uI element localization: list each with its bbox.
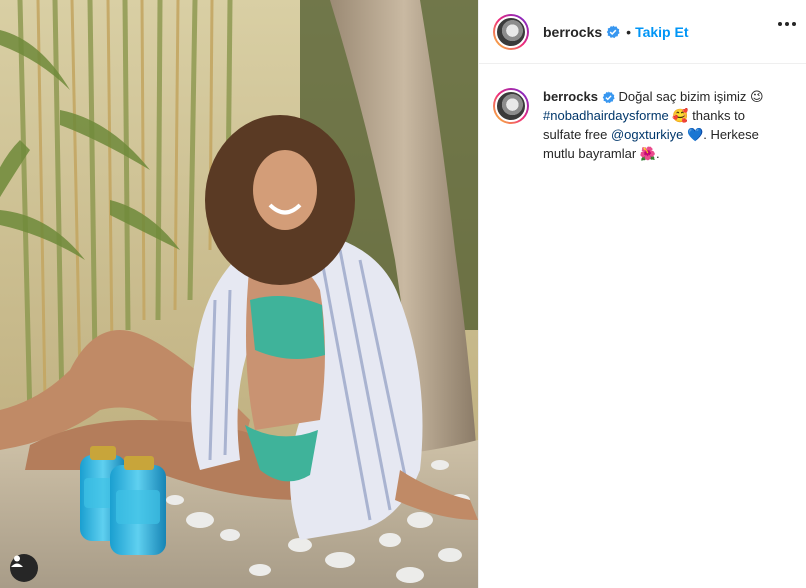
hibiscus-emoji-icon: 🌺 — [639, 147, 657, 162]
hashtag-link[interactable]: #nobadhairdaysforme — [543, 108, 669, 123]
verified-badge-icon — [606, 25, 620, 39]
caption-username[interactable]: berrocks — [543, 89, 598, 104]
more-options-icon[interactable] — [778, 22, 796, 26]
blue-heart-emoji-icon: 💙 — [687, 128, 704, 143]
caption: berrocks Doğal saç bizim işimiz 😉 #nobad… — [479, 64, 806, 164]
smiling-hearts-emoji-icon: 🥰 — [672, 109, 689, 124]
user-tag-icon[interactable] — [10, 554, 38, 582]
caption-text: berrocks Doğal saç bizim işimiz 😉 #nobad… — [543, 88, 783, 164]
caption-body-1: Doğal saç bizim işimiz — [618, 89, 747, 104]
post-image[interactable] — [0, 0, 478, 588]
avatar[interactable] — [493, 13, 529, 50]
post-header: berrocks • Takip Et — [479, 0, 806, 64]
wink-emoji-icon: 😉 — [750, 90, 764, 105]
product-bottles — [80, 446, 166, 555]
verified-badge-icon — [602, 91, 615, 104]
header-username[interactable]: berrocks — [543, 24, 602, 40]
separator-dot: • — [626, 23, 632, 40]
caption-avatar[interactable] — [493, 88, 529, 124]
mention-link[interactable]: @ogxturkiye — [611, 127, 683, 142]
beach-photo — [0, 0, 478, 588]
post-sidebar: berrocks • Takip Et berrocks Doğal saç b… — [478, 0, 806, 588]
caption-body-4: . — [656, 146, 660, 161]
follow-button[interactable]: Takip Et — [635, 24, 688, 40]
